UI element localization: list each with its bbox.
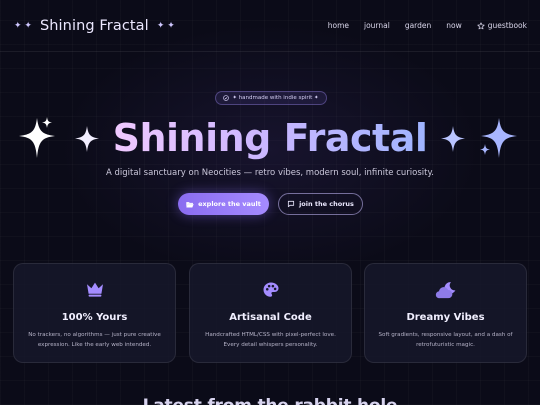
sparkle-icon: ✦ ✦	[156, 20, 175, 31]
top-nav: ✦ ✦ Shining Fractal ✦ ✦ home journal gar…	[0, 0, 540, 52]
nav-garden[interactable]: garden	[405, 21, 431, 30]
nav-now[interactable]: now	[446, 21, 461, 30]
join-chorus-label: join the chorus	[299, 200, 354, 208]
feature-title: Dreamy Vibes	[406, 312, 485, 323]
feature-card: Artisanal Code Handcrafted HTML/CSS with…	[189, 263, 352, 363]
sparkle-icon: ✦ ✦	[14, 20, 32, 31]
hero-title-row: Shining Fractal	[0, 112, 540, 164]
explore-vault-button[interactable]: explore the vault	[178, 193, 269, 215]
feature-description: Handcrafted HTML/CSS with pixel-perfect …	[205, 332, 336, 348]
nav-links: home journal garden now guestbook	[328, 21, 527, 30]
page: ✦ ✦ Shining Fractal ✦ ✦ home journal gar…	[0, 0, 540, 405]
hero-title: Shining Fractal	[112, 116, 428, 160]
palette-icon	[263, 282, 278, 297]
crown-icon	[86, 282, 103, 297]
brand-name: Shining Fractal	[39, 17, 149, 34]
feature-title: Artisanal Code	[229, 312, 312, 323]
hero-badge-text: ✦ handmade with indie spirit ✦	[232, 95, 319, 101]
join-chorus-button[interactable]: join the chorus	[278, 193, 363, 215]
hero-badge: ✦ handmade with indie spirit ✦	[215, 91, 327, 105]
feature-title: 100% Yours	[61, 312, 128, 323]
feature-description: No trackers, no algorithms — just pure c…	[28, 332, 161, 348]
chat-bubble-icon	[287, 200, 295, 208]
nav-journal[interactable]: journal	[364, 21, 390, 30]
feature-card: 100% Yours No trackers, no algorithms — …	[13, 263, 176, 363]
sparkles-icon	[441, 118, 518, 158]
nav-guestbook[interactable]: guestbook	[477, 21, 527, 30]
moon-cloud-icon	[435, 282, 455, 299]
check-circle-icon	[223, 95, 230, 101]
star-icon	[477, 21, 485, 29]
feature-card: Dreamy Vibes Soft gradients, responsive …	[364, 263, 527, 363]
feature-description: Soft gradients, responsive layout, and a…	[378, 332, 513, 348]
sparkles-icon	[18, 117, 99, 158]
explore-vault-label: explore the vault	[198, 200, 261, 208]
folder-open-icon	[186, 201, 194, 207]
section-heading: Latest from the rabbit hole	[0, 396, 540, 405]
hero-tagline: A digital sanctuary on Neocities — retro…	[106, 168, 434, 178]
nav-home[interactable]: home	[328, 21, 349, 30]
nav-guestbook-label: guestbook	[487, 21, 527, 30]
brand[interactable]: ✦ ✦ Shining Fractal ✦ ✦	[14, 18, 175, 34]
